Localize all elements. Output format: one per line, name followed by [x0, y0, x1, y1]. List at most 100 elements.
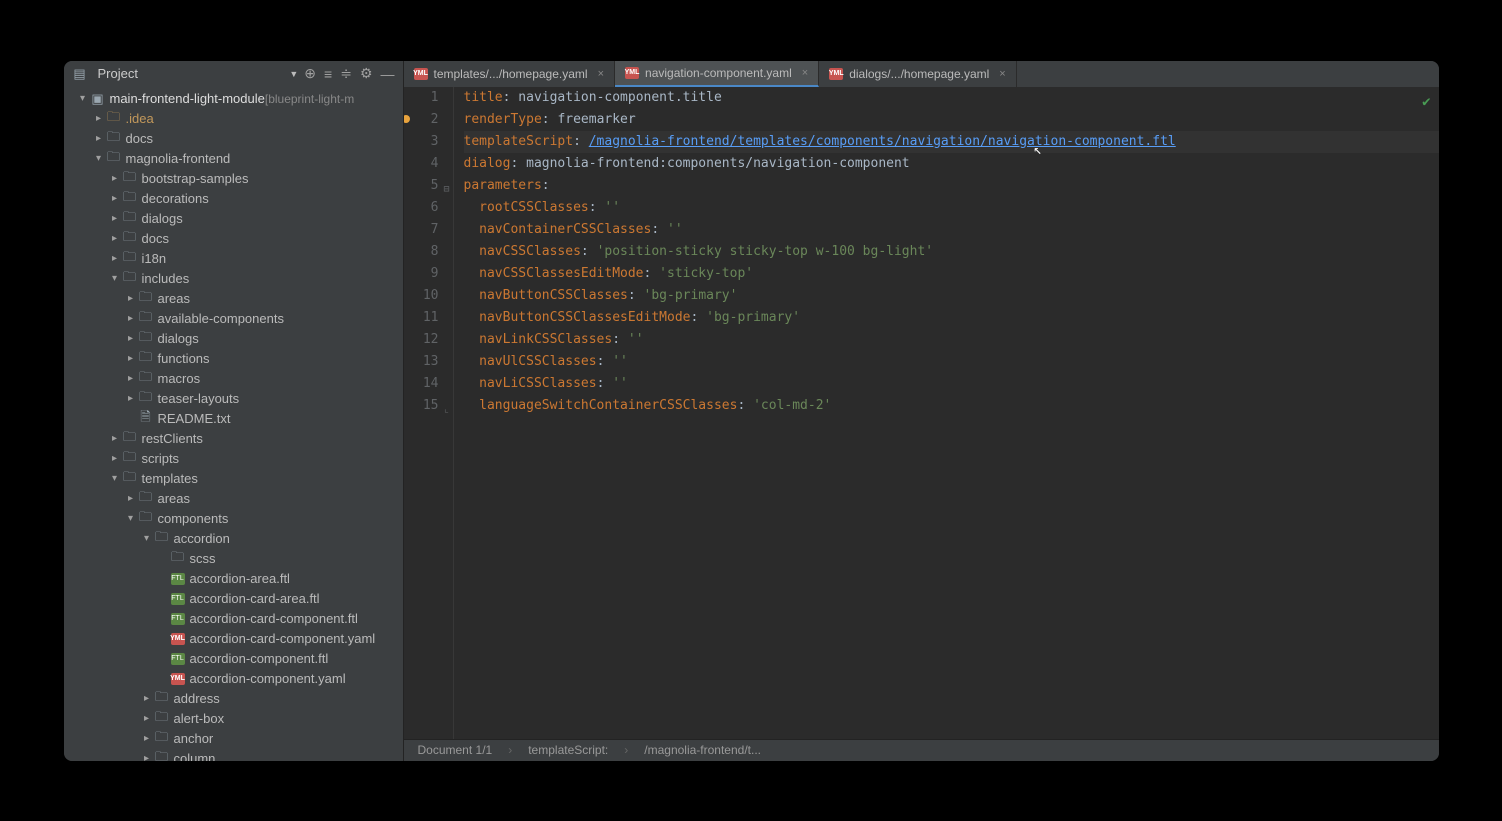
code-line[interactable]: navButtonCSSClassesEditMode: 'bg-primary… — [464, 307, 1439, 329]
tree-item[interactable]: ▸🗀.idea — [64, 109, 403, 129]
code-line[interactable]: navLinkCSSClasses: '' — [464, 329, 1439, 351]
tree-arrow-icon[interactable]: ▸ — [140, 753, 154, 761]
code-line[interactable]: navUlCSSClasses: '' — [464, 351, 1439, 373]
code-line[interactable]: rootCSSClasses: '' — [464, 197, 1439, 219]
tree-arrow-icon[interactable]: ▾ — [76, 93, 90, 104]
close-icon[interactable]: × — [802, 67, 808, 79]
tree-arrow-icon[interactable]: ▸ — [108, 233, 122, 244]
code-line[interactable]: languageSwitchContainerCSSClasses: 'col-… — [464, 395, 1439, 417]
expand-icon[interactable]: ≡ — [324, 66, 332, 82]
tree-item[interactable]: ▸🗀functions — [64, 349, 403, 369]
tree-arrow-icon[interactable]: ▸ — [108, 173, 122, 184]
tree-arrow-icon[interactable]: ▸ — [124, 313, 138, 324]
tree-arrow-icon[interactable]: ▾ — [108, 273, 122, 284]
gear-icon[interactable]: ⚙ — [360, 65, 373, 82]
code-line[interactable]: renderType: freemarker — [464, 109, 1439, 131]
tree-arrow-icon[interactable]: ▸ — [140, 693, 154, 704]
tree-arrow-icon[interactable]: ▸ — [92, 113, 106, 124]
editor-tab[interactable]: YMLdialogs/.../homepage.yaml× — [819, 61, 1017, 87]
tree-arrow-icon[interactable]: ▸ — [124, 493, 138, 504]
tree-item[interactable]: FTLaccordion-area.ftl — [64, 569, 403, 589]
editor-tab[interactable]: YMLnavigation-component.yaml× — [615, 61, 819, 87]
tree-item[interactable]: ▾▣main-frontend-light-module [blueprint-… — [64, 89, 403, 109]
tree-item[interactable]: ▾🗀includes — [64, 269, 403, 289]
tree-item[interactable]: FTLaccordion-card-component.ftl — [64, 609, 403, 629]
chevron-down-icon[interactable]: ▼ — [289, 69, 298, 79]
tree-arrow-icon[interactable]: ▸ — [124, 393, 138, 404]
tree-item[interactable]: ▸🗀restClients — [64, 429, 403, 449]
locate-icon[interactable]: ⊕ — [304, 65, 316, 82]
code-line[interactable]: navButtonCSSClasses: 'bg-primary' — [464, 285, 1439, 307]
collapse-icon[interactable]: ≑ — [340, 65, 352, 82]
tree-item[interactable]: ▾🗀accordion — [64, 529, 403, 549]
tree-item[interactable]: ▸🗀anchor — [64, 729, 403, 749]
tree-item[interactable]: ▾🗀magnolia-frontend — [64, 149, 403, 169]
tree-item[interactable]: ▸🗀decorations — [64, 189, 403, 209]
file-link[interactable]: /magnolia-frontend/templates/components/… — [589, 134, 1176, 149]
tree-item[interactable]: ▸🗀column — [64, 749, 403, 761]
close-icon[interactable]: × — [598, 68, 604, 80]
tree-arrow-icon[interactable]: ▾ — [108, 473, 122, 484]
gutter-warning-icon[interactable] — [404, 115, 410, 123]
tree-item[interactable]: FTLaccordion-card-area.ftl — [64, 589, 403, 609]
inspection-ok-icon[interactable]: ✔ — [1422, 91, 1430, 113]
tree-item[interactable]: YMLaccordion-component.yaml — [64, 669, 403, 689]
tree-item[interactable]: ▸🗀available-components — [64, 309, 403, 329]
tree-item[interactable]: ▸🗀dialogs — [64, 209, 403, 229]
tree-item[interactable]: ▸🗀i18n — [64, 249, 403, 269]
tree-arrow-icon[interactable]: ▸ — [108, 433, 122, 444]
tree-item[interactable]: ▸🗀areas — [64, 289, 403, 309]
project-panel-header[interactable]: ▤ Project ▼ ⊕ ≡ ≑ ⚙ — — [64, 61, 404, 87]
tree-item[interactable]: ▸🗀scripts — [64, 449, 403, 469]
tree-item[interactable]: ▸🗀teaser-layouts — [64, 389, 403, 409]
fold-end-icon[interactable]: ⌞ — [443, 399, 449, 421]
code-line[interactable]: title: navigation-component.title — [464, 87, 1439, 109]
tree-arrow-icon[interactable]: ▸ — [92, 133, 106, 144]
tree-item[interactable]: ▸🗀macros — [64, 369, 403, 389]
tree-item[interactable]: ▸🗀docs — [64, 129, 403, 149]
tree-item[interactable]: ▸🗀bootstrap-samples — [64, 169, 403, 189]
tree-item[interactable]: ▸🗀docs — [64, 229, 403, 249]
tree-arrow-icon[interactable]: ▾ — [140, 533, 154, 544]
breadcrumb-key[interactable]: templateScript: — [528, 743, 608, 757]
editor-tab[interactable]: YMLtemplates/.../homepage.yaml× — [404, 61, 616, 87]
tree-arrow-icon[interactable]: ▾ — [124, 513, 138, 524]
tree-item-label: accordion-card-area.ftl — [190, 591, 320, 606]
tree-item[interactable]: YMLaccordion-card-component.yaml — [64, 629, 403, 649]
tree-item[interactable]: ▸🗀address — [64, 689, 403, 709]
tree-arrow-icon[interactable]: ▸ — [108, 253, 122, 264]
code-line[interactable]: navLiCSSClasses: '' — [464, 373, 1439, 395]
tree-item[interactable]: 🗎README.txt — [64, 409, 403, 429]
code-line[interactable]: templateScript: /magnolia-frontend/templ… — [464, 131, 1439, 153]
editor-body[interactable]: 12345⊟6789101112131415⌞ ↖ title: navigat… — [404, 87, 1439, 739]
code-line[interactable]: navContainerCSSClasses: '' — [464, 219, 1439, 241]
tree-item[interactable]: ▸🗀dialogs — [64, 329, 403, 349]
tree-arrow-icon[interactable]: ▸ — [124, 353, 138, 364]
tree-arrow-icon[interactable]: ▸ — [140, 733, 154, 744]
tree-arrow-icon[interactable]: ▸ — [124, 373, 138, 384]
tree-item[interactable]: ▸🗀alert-box — [64, 709, 403, 729]
yaml-file-icon: YML — [625, 67, 639, 79]
tree-item[interactable]: ▾🗀components — [64, 509, 403, 529]
tree-arrow-icon[interactable]: ▸ — [124, 293, 138, 304]
tree-item[interactable]: FTLaccordion-component.ftl — [64, 649, 403, 669]
tree-item[interactable]: ▸🗀areas — [64, 489, 403, 509]
tree-arrow-icon[interactable]: ▸ — [124, 333, 138, 344]
minimize-icon[interactable]: — — [381, 66, 395, 82]
tree-arrow-icon[interactable]: ▸ — [108, 453, 122, 464]
tree-arrow-icon[interactable]: ▸ — [108, 193, 122, 204]
tree-arrow-icon[interactable]: ▸ — [140, 713, 154, 724]
tree-item[interactable]: 🗀scss — [64, 549, 403, 569]
fold-start-icon[interactable]: ⊟ — [443, 179, 449, 201]
breadcrumb-value[interactable]: /magnolia-frontend/t... — [644, 743, 761, 757]
close-icon[interactable]: × — [999, 68, 1005, 80]
tree-item[interactable]: ▾🗀templates — [64, 469, 403, 489]
code-line[interactable]: parameters: — [464, 175, 1439, 197]
tree-arrow-icon[interactable]: ▸ — [108, 213, 122, 224]
project-tree[interactable]: ▾▣main-frontend-light-module [blueprint-… — [64, 87, 404, 761]
code-line[interactable]: navCSSClasses: 'position-sticky sticky-t… — [464, 241, 1439, 263]
tree-arrow-icon[interactable]: ▾ — [92, 153, 106, 164]
code-line[interactable]: dialog: magnolia-frontend:components/nav… — [464, 153, 1439, 175]
code-area[interactable]: ↖ title: navigation-component.titlerende… — [454, 87, 1439, 739]
code-line[interactable]: navCSSClassesEditMode: 'sticky-top' — [464, 263, 1439, 285]
